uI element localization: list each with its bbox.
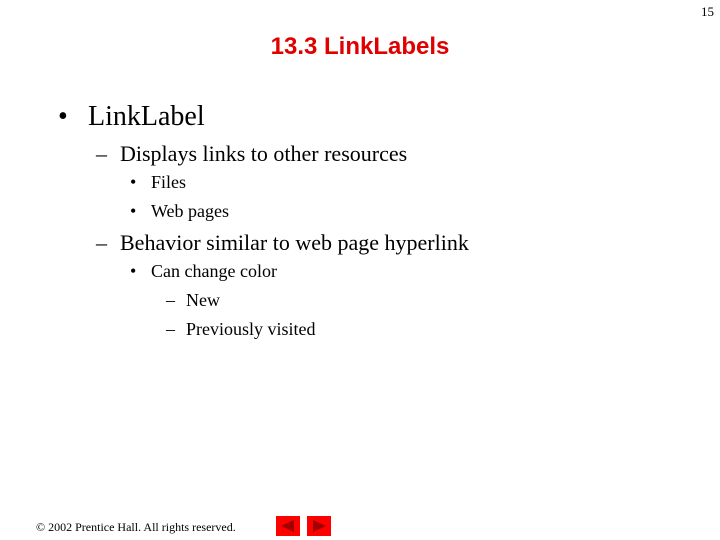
previous-slide-button[interactable]	[276, 516, 300, 536]
triangle-left-icon	[281, 520, 294, 532]
list-item-files: • Files	[130, 172, 186, 193]
sub-bullet-behavior: – Behavior similar to web page hyperlink	[96, 230, 469, 256]
slide-title: 13.3 LinkLabels	[270, 33, 450, 60]
list-item-web-pages: • Web pages	[130, 201, 229, 222]
slide-number: 15	[701, 4, 714, 19]
copyright-footer: © 2002 Prentice Hall. All rights reserve…	[36, 520, 236, 534]
bullet-marker: •	[130, 261, 137, 281]
list-item-text: Files	[151, 172, 187, 192]
bullet-marker: •	[58, 101, 68, 132]
list-item-text: Web pages	[151, 201, 230, 221]
bullet-marker: •	[130, 172, 137, 192]
next-slide-button[interactable]	[307, 516, 331, 536]
dash-marker: –	[96, 230, 107, 255]
list-subitem-text: New	[186, 290, 220, 310]
list-subitem-text: Previously visited	[186, 319, 316, 339]
sub-bullet-text: Behavior similar to web page hyperlink	[120, 230, 469, 255]
sub-bullet-displays: – Displays links to other resources	[96, 141, 407, 167]
list-subitem-new: – New	[166, 290, 220, 311]
dash-marker: –	[166, 290, 175, 310]
list-item-change-color: • Can change color	[130, 261, 277, 282]
list-subitem-previously-visited: – Previously visited	[166, 319, 316, 340]
list-item-text: Can change color	[151, 261, 277, 281]
bullet-text: LinkLabel	[88, 101, 205, 132]
dash-marker: –	[96, 141, 107, 166]
sub-bullet-text: Displays links to other resources	[120, 141, 408, 166]
triangle-right-icon	[313, 520, 326, 532]
dash-marker: –	[166, 319, 175, 339]
bullet-marker: •	[130, 201, 137, 221]
